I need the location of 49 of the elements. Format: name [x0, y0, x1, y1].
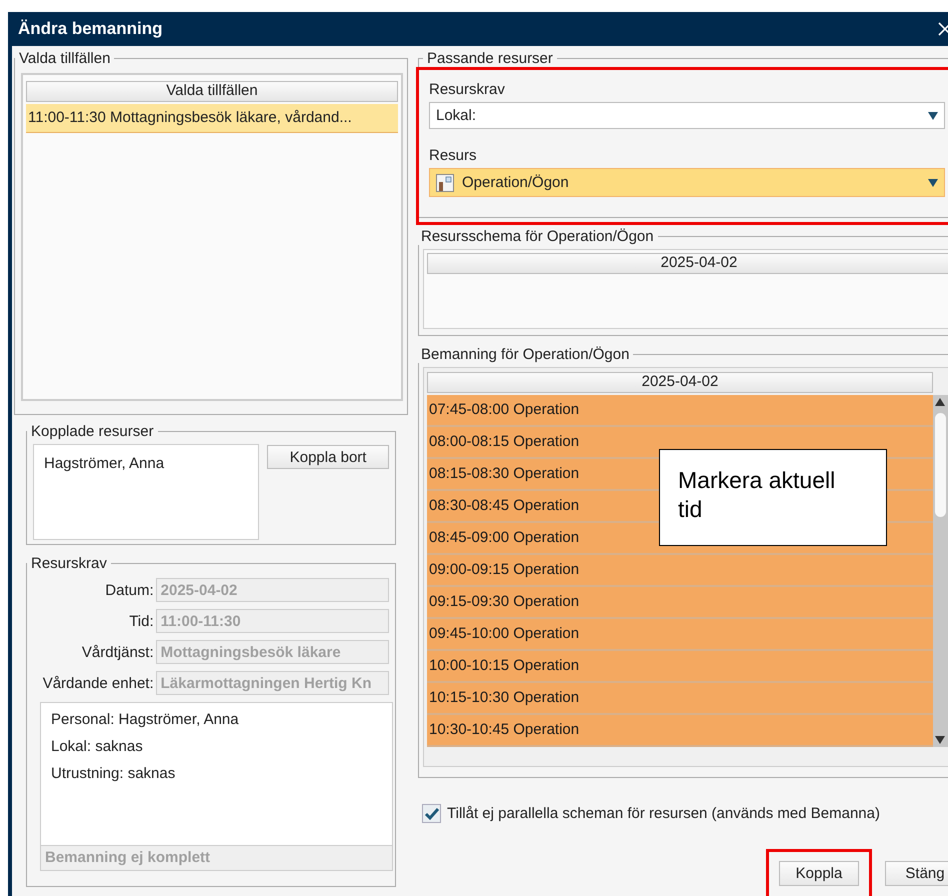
group-title: Passande resurser — [426, 50, 554, 67]
readonly-field: Läkarmottagningen Hertig Kn — [156, 671, 389, 695]
status-bar: Bemanning ej komplett — [41, 845, 392, 870]
scroll-down-icon[interactable] — [935, 736, 946, 744]
schedule-row[interactable]: 09:45-10:00 Operation — [427, 619, 934, 651]
schedule-row[interactable]: 09:15-09:30 Operation — [427, 587, 934, 619]
group-title: Kopplade resurser — [30, 423, 155, 440]
close-icon[interactable] — [938, 22, 948, 36]
window-title: Ändra bemanning — [18, 19, 163, 39]
field-label: Vårdande enhet: — [42, 674, 154, 692]
field-label: Datum: — [104, 582, 154, 598]
dialog-button[interactable]: Koppla — [779, 861, 859, 886]
checkbox-label: Tillåt ej parallella scheman för resursen (används med Bemanna) — [447, 805, 880, 822]
disconnect-button[interactable]: Koppla bort — [267, 445, 389, 469]
schedule-row[interactable]: 07:45-08:00 Operation — [427, 395, 934, 427]
column-header: Valda tillfällen — [26, 81, 398, 102]
scrollbar[interactable] — [933, 395, 948, 747]
field-label: Tid: — [128, 612, 154, 630]
schedule-row[interactable]: 10:00-10:15 Operation — [427, 651, 934, 683]
field-label: Vårdtjänst: — [80, 644, 154, 660]
occasion-row[interactable]: 11:00-11:30 Mottagningsbesök läkare, vårdand... — [26, 104, 398, 133]
readonly-field: 11:00-11:30 — [156, 609, 389, 633]
callout-note: Markera aktuell tid — [659, 449, 887, 546]
readonly-field: 2025-04-02 — [156, 578, 389, 602]
room-icon — [436, 174, 454, 192]
schedule-row[interactable]: 10:30-10:45 Operation — [427, 715, 934, 747]
caret-icon — [928, 112, 938, 120]
scroll-up-icon[interactable] — [935, 398, 946, 406]
resource-item[interactable]: Hagströmer, Anna — [44, 455, 248, 472]
scroll-thumb[interactable] — [935, 413, 946, 517]
dialog-button[interactable]: Stäng — [885, 861, 948, 886]
group-title: Valda tillfällen — [18, 50, 112, 67]
column-header: 2025-04-02 — [427, 372, 933, 393]
column-header: 2025-04-02 — [427, 253, 948, 274]
readonly-field: Mottagningsbesök läkare — [156, 640, 389, 664]
requirement-dropdown[interactable]: Lokal: — [429, 102, 945, 129]
group-title: Bemanning för Operation/Ögon — [420, 346, 630, 363]
caret-icon — [928, 178, 938, 186]
summary-line: Personal: Hagströmer, Anna — [51, 711, 240, 730]
summary-line: Lokal: saknas — [51, 738, 144, 757]
summary-line: Utrustning: saknas — [51, 765, 176, 784]
schedule-row[interactable]: 10:15-10:30 Operation — [427, 683, 934, 715]
field-label: Resurs — [429, 147, 478, 164]
group-title: Resursschema för Operation/Ögon — [420, 228, 655, 245]
field-label: Resurskrav — [429, 81, 506, 98]
group-title: Resurskrav — [30, 555, 108, 572]
schedule-row[interactable]: 09:00-09:15 Operation — [427, 555, 934, 587]
resource-dropdown[interactable]: Operation/Ögon — [429, 168, 945, 197]
checkbox[interactable] — [422, 804, 441, 823]
